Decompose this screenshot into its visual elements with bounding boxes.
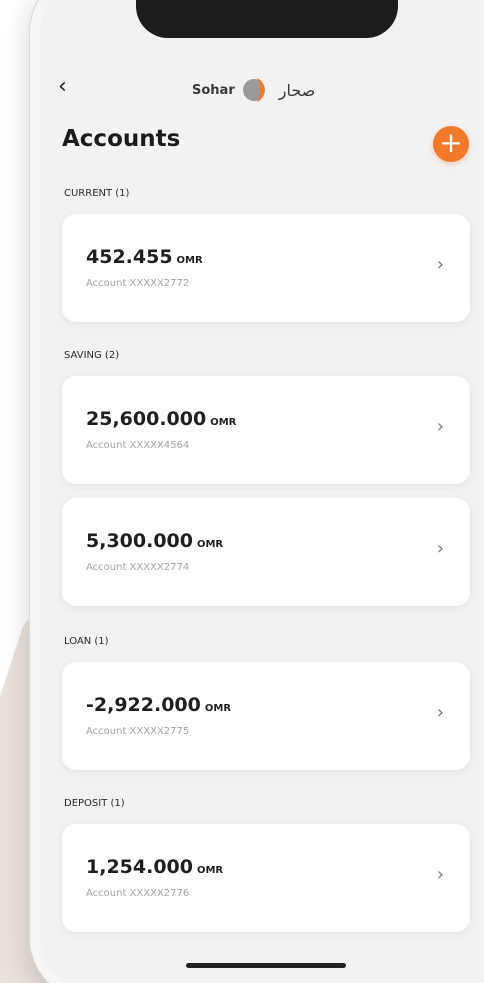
page-title: Accounts <box>62 126 181 152</box>
home-indicator[interactable] <box>186 963 346 968</box>
account-number: Account XXXXX2772 <box>86 278 190 289</box>
section-label-deposit: DEPOSIT (1) <box>64 798 125 809</box>
currency-label: OMR <box>196 865 224 876</box>
balance-value: 25,600.000 <box>86 408 207 430</box>
currency-label: OMR <box>196 539 224 550</box>
logo-text-ar: صحار <box>278 80 316 100</box>
balance-value: 452.455 <box>86 246 173 268</box>
account-number: Account XXXXX2775 <box>86 726 190 737</box>
account-card[interactable]: 5,300.000 OMR Account XXXXX2774 › <box>62 498 470 606</box>
account-balance: 25,600.000 OMR <box>86 408 236 430</box>
currency-label: OMR <box>176 255 203 266</box>
chevron-right-icon: › <box>436 416 444 437</box>
chevron-right-icon: › <box>436 254 444 275</box>
account-card[interactable]: 452.455 OMR Account XXXXX2772 › <box>62 214 470 322</box>
balance-value: 5,300.000 <box>86 530 193 552</box>
section-label-current: CURRENT (1) <box>64 188 130 199</box>
account-balance: -2,922.000 OMR <box>86 694 231 716</box>
currency-label: OMR <box>210 417 237 428</box>
account-card[interactable]: -2,922.000 OMR Account XXXXX2775 › <box>62 662 470 770</box>
account-balance: 452.455 OMR <box>86 246 203 268</box>
account-number: Account XXXXX2776 <box>86 888 190 899</box>
logo-text-en: Sohar <box>192 82 235 98</box>
account-balance: 5,300.000 OMR <box>86 530 223 552</box>
balance-value: -2,922.000 <box>86 694 201 716</box>
plus-icon: + <box>439 126 463 159</box>
top-nav-bar: ‹ Sohar صحار <box>40 70 484 110</box>
stage: ‹ Sohar صحار Accounts + CURRENT (1) 452.… <box>0 0 484 983</box>
account-card[interactable]: 1,254.000 OMR Account XXXXX2776 › <box>62 824 470 932</box>
chevron-right-icon: › <box>436 538 444 559</box>
logo-mark-icon <box>242 78 265 102</box>
currency-label: OMR <box>204 703 232 714</box>
brand-logo: Sohar صحار <box>192 70 315 110</box>
chevron-right-icon: › <box>436 702 444 723</box>
add-account-button[interactable]: + <box>433 126 469 162</box>
account-card[interactable]: 25,600.000 OMR Account XXXXX4564 › <box>62 376 470 484</box>
app-screen: ‹ Sohar صحار Accounts + CURRENT (1) 452.… <box>40 0 484 983</box>
section-label-saving: SAVING (2) <box>64 350 120 361</box>
phone-notch <box>136 0 398 38</box>
section-label-loan: LOAN (1) <box>64 636 109 647</box>
chevron-right-icon: › <box>436 864 444 885</box>
account-number: Account XXXXX2774 <box>86 562 190 573</box>
balance-value: 1,254.000 <box>86 856 193 878</box>
phone-frame: ‹ Sohar صحار Accounts + CURRENT (1) 452.… <box>30 0 484 983</box>
back-icon[interactable]: ‹ <box>58 74 67 99</box>
account-balance: 1,254.000 OMR <box>86 856 223 878</box>
account-number: Account XXXXX4564 <box>86 440 190 451</box>
